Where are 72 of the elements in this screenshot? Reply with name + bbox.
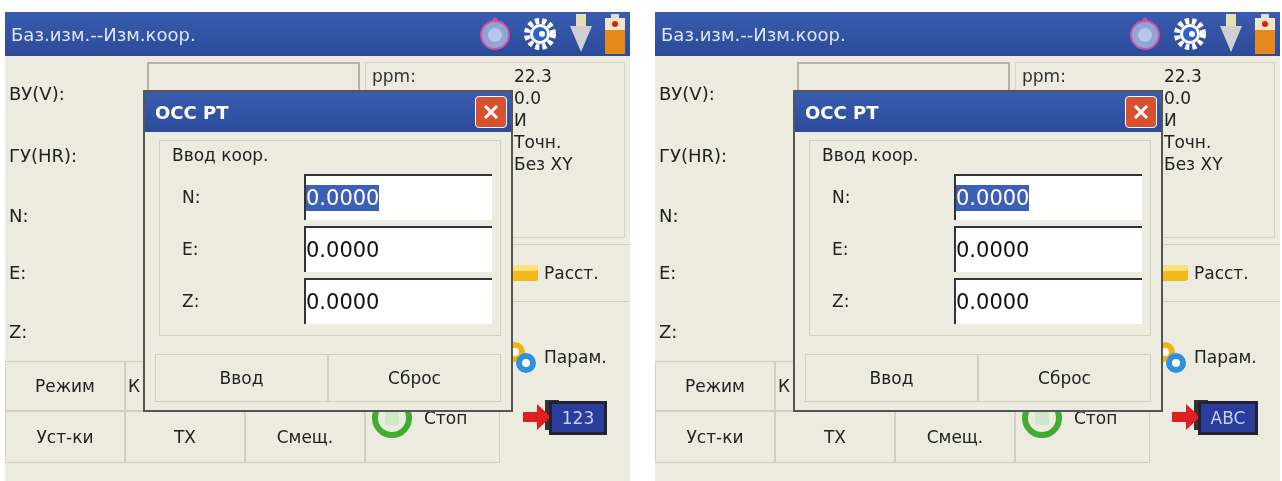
input-field[interactable]: 0.0000 (954, 226, 1142, 272)
info-value: Точн. (1164, 131, 1213, 154)
menu-button[interactable]: ТХ (125, 411, 245, 463)
close-button[interactable] (475, 96, 507, 128)
field-label: ГУ(HR): (658, 144, 729, 166)
info-value: Точн. (514, 131, 563, 154)
settings-icon[interactable] (522, 16, 558, 52)
field-label: N: (658, 204, 680, 226)
menu-button[interactable]: ТХ (775, 411, 895, 463)
field-label: ГУ(HR): (8, 144, 79, 166)
globe-icon[interactable] (478, 17, 512, 51)
input-field[interactable]: 0.0000 (304, 278, 492, 324)
field-label: N: (831, 187, 852, 207)
battery-icon[interactable] (1254, 14, 1276, 54)
plummet-icon[interactable] (568, 14, 594, 54)
battery-icon[interactable] (604, 14, 626, 54)
info-value: 22.3 (514, 65, 553, 88)
info-value: 0.0 (1164, 87, 1193, 110)
field-label: Z: (831, 291, 851, 311)
info-label: ppm: (372, 65, 416, 88)
dialog-button[interactable]: Сброс (328, 354, 501, 402)
info-value: Без XY (1164, 153, 1224, 176)
globe-icon[interactable] (1128, 17, 1162, 51)
settings-icon[interactable] (1172, 16, 1208, 52)
dialog-button[interactable]: Ввод (155, 354, 328, 402)
input-mode-key[interactable]: 123 (548, 401, 608, 435)
close-icon (1132, 103, 1150, 121)
menu-button[interactable]: Смещ. (895, 411, 1015, 463)
input-field[interactable]: 0.0000 (954, 278, 1142, 324)
field-value: 0.0000 (306, 289, 380, 315)
close-icon (482, 103, 500, 121)
dialog-button[interactable]: Ввод (805, 354, 978, 402)
field-label: N: (181, 187, 202, 207)
dialog-title: OCC PT (155, 101, 229, 123)
field-label: E: (181, 239, 200, 259)
input-field[interactable]: 0.0000 (304, 226, 492, 272)
field-label: Z: (8, 320, 29, 342)
info-value: 22.3 (1164, 65, 1203, 88)
field-label: ВУ(V): (658, 82, 716, 104)
info-value: И (514, 109, 528, 132)
field-label: Z: (181, 291, 201, 311)
close-button[interactable] (1125, 96, 1157, 128)
input-mode-key[interactable]: ABC (1197, 401, 1259, 435)
menu-button[interactable]: Режим (655, 361, 775, 411)
input-field[interactable]: 0.0000 (954, 174, 1142, 220)
group-label: Ввод коор. (172, 145, 270, 165)
menu-button[interactable]: Уст-ки (5, 411, 125, 463)
info-label: ppm: (1022, 65, 1066, 88)
info-value: Без XY (514, 153, 574, 176)
field-label: E: (831, 239, 850, 259)
screen-title: Баз.изм.--Изм.коор. (661, 23, 846, 45)
field-label: N: (8, 204, 30, 226)
dialog-title: OCC PT (805, 101, 879, 123)
field-value: 0.0000 (956, 237, 1030, 263)
field-label: ВУ(V): (8, 82, 66, 104)
field-value: 0.0000 (956, 185, 1030, 211)
field-label: E: (8, 262, 28, 283)
field-value: 0.0000 (306, 185, 380, 211)
field-value: 0.0000 (306, 237, 380, 263)
field-value: 0.0000 (956, 289, 1030, 315)
input-field[interactable]: 0.0000 (304, 174, 492, 220)
dialog-button[interactable]: Сброс (978, 354, 1151, 402)
field-label: E: (658, 262, 678, 283)
menu-button[interactable]: Уст-ки (655, 411, 775, 463)
plummet-icon[interactable] (1218, 14, 1244, 54)
info-value: И (1164, 109, 1178, 132)
group-label: Ввод коор. (822, 145, 920, 165)
menu-button[interactable]: Смещ. (245, 411, 365, 463)
menu-button[interactable]: Режим (5, 361, 125, 411)
field-label: Z: (658, 320, 679, 342)
info-value: 0.0 (514, 87, 543, 110)
screen-title: Баз.изм.--Изм.коор. (11, 23, 196, 45)
